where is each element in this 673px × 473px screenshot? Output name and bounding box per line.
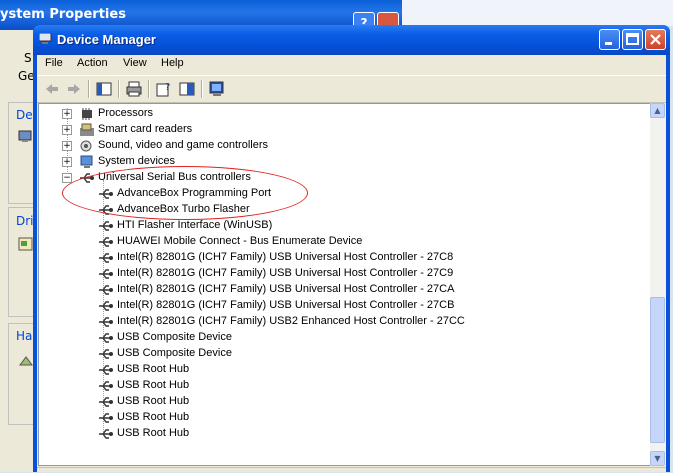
maximize-icon	[626, 33, 639, 45]
close-button[interactable]	[645, 29, 666, 50]
expand-processors-button[interactable]: +	[62, 109, 72, 119]
svg-text:?: ?	[165, 82, 170, 93]
device-tree[interactable]: Processors Smart card readers Sound, vid…	[38, 103, 651, 466]
expand-system-devices-button[interactable]: +	[62, 157, 72, 167]
smart-card-icon	[80, 123, 94, 136]
usb-icon	[99, 301, 113, 311]
print-icon[interactable]	[125, 80, 143, 98]
vertical-scrollbar[interactable]: ▲ ▼	[650, 103, 666, 466]
window-client-area: File Action View Help ? Processors Smart…	[37, 55, 666, 472]
status-bar	[37, 467, 666, 473]
usb-icon	[99, 221, 113, 231]
system-device-icon	[80, 155, 93, 168]
desktop-strip	[402, 0, 673, 26]
usb-icon	[99, 333, 113, 343]
device-manager-icon	[18, 130, 32, 142]
toolbar-separator	[201, 80, 203, 98]
usb-icon	[99, 237, 113, 247]
usb-icon	[99, 349, 113, 359]
menu-view[interactable]: View	[123, 57, 147, 69]
usb-icon	[99, 429, 113, 439]
menu-file[interactable]: File	[45, 57, 63, 69]
usb-icon	[99, 317, 113, 327]
scroll-up-button[interactable]: ▲	[650, 103, 665, 118]
hardware-profiles-icon	[19, 356, 33, 366]
usb-icon	[99, 269, 113, 279]
collapse-usb-controllers-button[interactable]: −	[62, 173, 72, 183]
usb-icon	[99, 381, 113, 391]
toolbar: ?	[37, 75, 666, 103]
show-hide-console-tree-icon[interactable]	[178, 80, 196, 98]
usb-icon	[99, 365, 113, 375]
properties-pane-icon[interactable]	[95, 80, 113, 98]
window-title: Device Manager	[57, 32, 156, 47]
menu-action[interactable]: Action	[77, 57, 108, 69]
usb-icon	[99, 285, 113, 295]
tab-fragment[interactable]: S	[24, 51, 32, 65]
help-icon[interactable]: ?	[155, 80, 173, 98]
processor-icon	[82, 108, 92, 120]
menu-help[interactable]: Help	[161, 57, 184, 69]
sound-icon	[80, 140, 92, 152]
toolbar-separator	[88, 80, 90, 98]
title-bar[interactable]: Device Manager	[33, 25, 670, 55]
system-properties-title: ystem Properties	[0, 7, 126, 22]
close-icon	[650, 34, 661, 45]
usb-icon	[99, 253, 113, 263]
minimize-icon	[605, 42, 612, 45]
back-arrow-icon[interactable]	[43, 80, 61, 98]
toolbar-separator	[118, 80, 120, 98]
scroll-thumb[interactable]	[650, 297, 665, 443]
forward-arrow-icon[interactable]	[65, 80, 83, 98]
computer-manager-icon	[39, 33, 52, 44]
usb-icon	[99, 397, 113, 407]
minimize-button[interactable]	[599, 29, 620, 50]
toolbar-separator	[148, 80, 150, 98]
expand-sound-video-button[interactable]: +	[62, 141, 72, 151]
highlight-ellipse	[62, 166, 308, 220]
scan-hardware-icon[interactable]	[208, 80, 226, 98]
expand-smart-card-readers-button[interactable]: +	[62, 125, 72, 135]
usb-icon	[99, 413, 113, 423]
drivers-icon	[18, 237, 33, 251]
menu-bar: File Action View Help	[37, 55, 666, 74]
device-manager-window[interactable]: Device Manager File Action View Help ? P…	[33, 25, 670, 472]
scroll-down-button[interactable]: ▼	[650, 451, 665, 466]
maximize-button[interactable]	[622, 29, 643, 50]
